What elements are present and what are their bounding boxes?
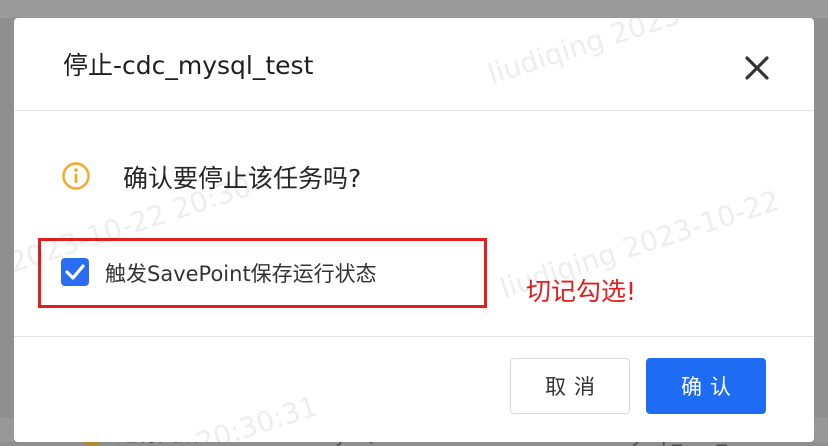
close-icon[interactable]	[740, 51, 774, 85]
dialog-title: 停止-cdc_mysql_test	[63, 51, 314, 80]
watermark: 20:30:31	[191, 389, 322, 442]
cancel-button[interactable]: 取消	[510, 358, 630, 414]
footer-divider	[14, 336, 814, 337]
info-icon	[62, 162, 90, 190]
check-icon	[65, 264, 85, 280]
annotation-note: 切记勾选!	[526, 277, 637, 306]
confirm-label: 确认	[681, 375, 739, 399]
stop-task-dialog: 停止-cdc_mysql_test 确认要停止该任务吗? 触发SavePoint…	[14, 18, 814, 442]
dialog-header: 停止-cdc_mysql_test	[14, 18, 814, 111]
savepoint-checkbox[interactable]	[61, 258, 89, 286]
confirm-button[interactable]: 确认	[646, 358, 766, 414]
background-app-top	[0, 0, 828, 18]
cancel-label: 取消	[545, 375, 603, 399]
confirm-question: 确认要停止该任务吗?	[123, 164, 362, 193]
savepoint-checkbox-label[interactable]: 触发SavePoint保存运行状态	[105, 258, 377, 288]
